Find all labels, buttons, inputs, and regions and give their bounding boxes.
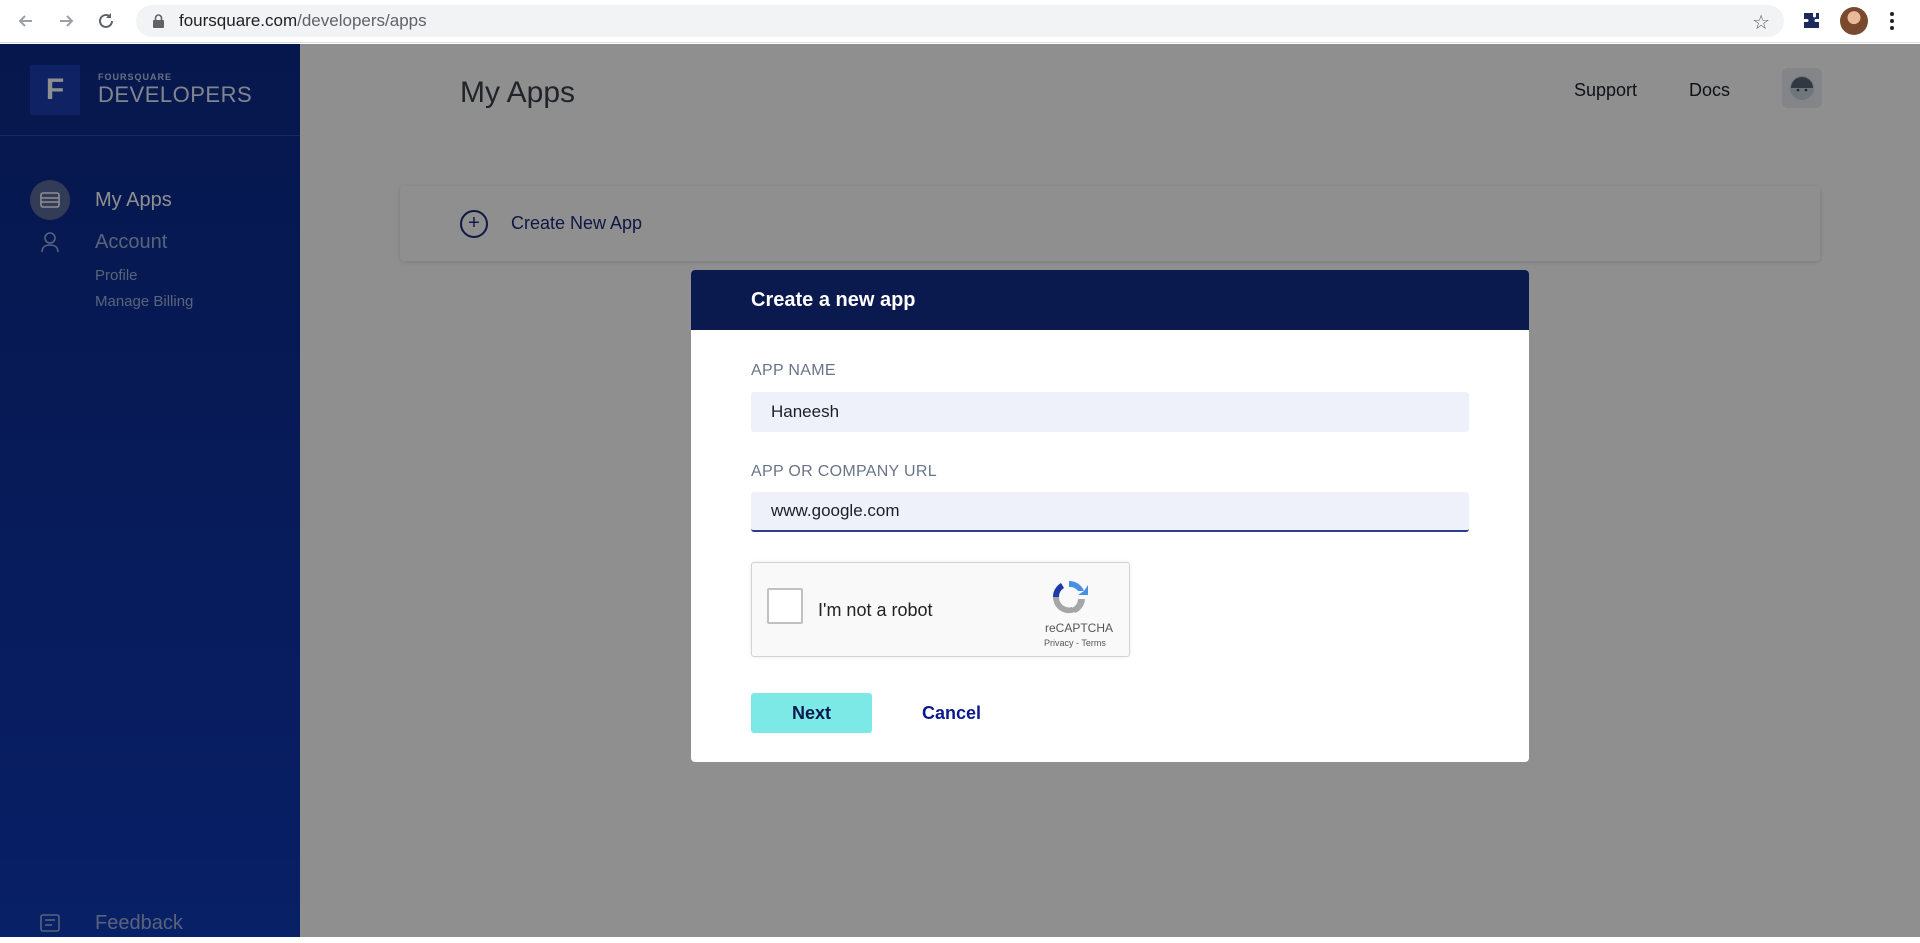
browser-menu-icon[interactable]	[1884, 8, 1900, 34]
back-arrow-icon[interactable]	[12, 7, 40, 35]
extensions-puzzle-icon[interactable]	[1800, 9, 1824, 33]
create-app-modal: Create a new app APP NAME APP OR COMPANY…	[691, 270, 1529, 762]
recaptcha-checkbox[interactable]	[767, 588, 803, 624]
recaptcha-widget: I'm not a robot reCAPTCHA Privacy - Term…	[751, 562, 1130, 657]
lock-icon	[151, 14, 165, 28]
forward-arrow-icon[interactable]	[52, 7, 80, 35]
cancel-button[interactable]: Cancel	[922, 693, 981, 733]
app-name-input[interactable]	[751, 392, 1469, 432]
next-button[interactable]: Next	[751, 693, 872, 733]
profile-avatar[interactable]	[1840, 7, 1868, 35]
recaptcha-links[interactable]: Privacy - Terms	[1044, 638, 1106, 648]
recaptcha-logo-icon	[1049, 577, 1089, 617]
recaptcha-label: I'm not a robot	[818, 600, 933, 620]
app-url-input[interactable]	[751, 492, 1469, 532]
reload-icon[interactable]	[92, 7, 120, 35]
address-bar[interactable]: foursquare.com/developers/apps ☆	[136, 5, 1784, 37]
modal-title: Create a new app	[751, 288, 916, 311]
app-name-label: APP NAME	[751, 362, 836, 379]
url-text: foursquare.com/developers/apps	[179, 11, 427, 30]
bookmark-star-icon[interactable]: ☆	[1752, 10, 1770, 35]
modal-header: Create a new app	[691, 270, 1529, 330]
recaptcha-brand: reCAPTCHA	[1045, 621, 1114, 635]
app-url-label: APP OR COMPANY URL	[751, 463, 937, 480]
browser-toolbar: foursquare.com/developers/apps ☆	[0, 0, 1920, 43]
